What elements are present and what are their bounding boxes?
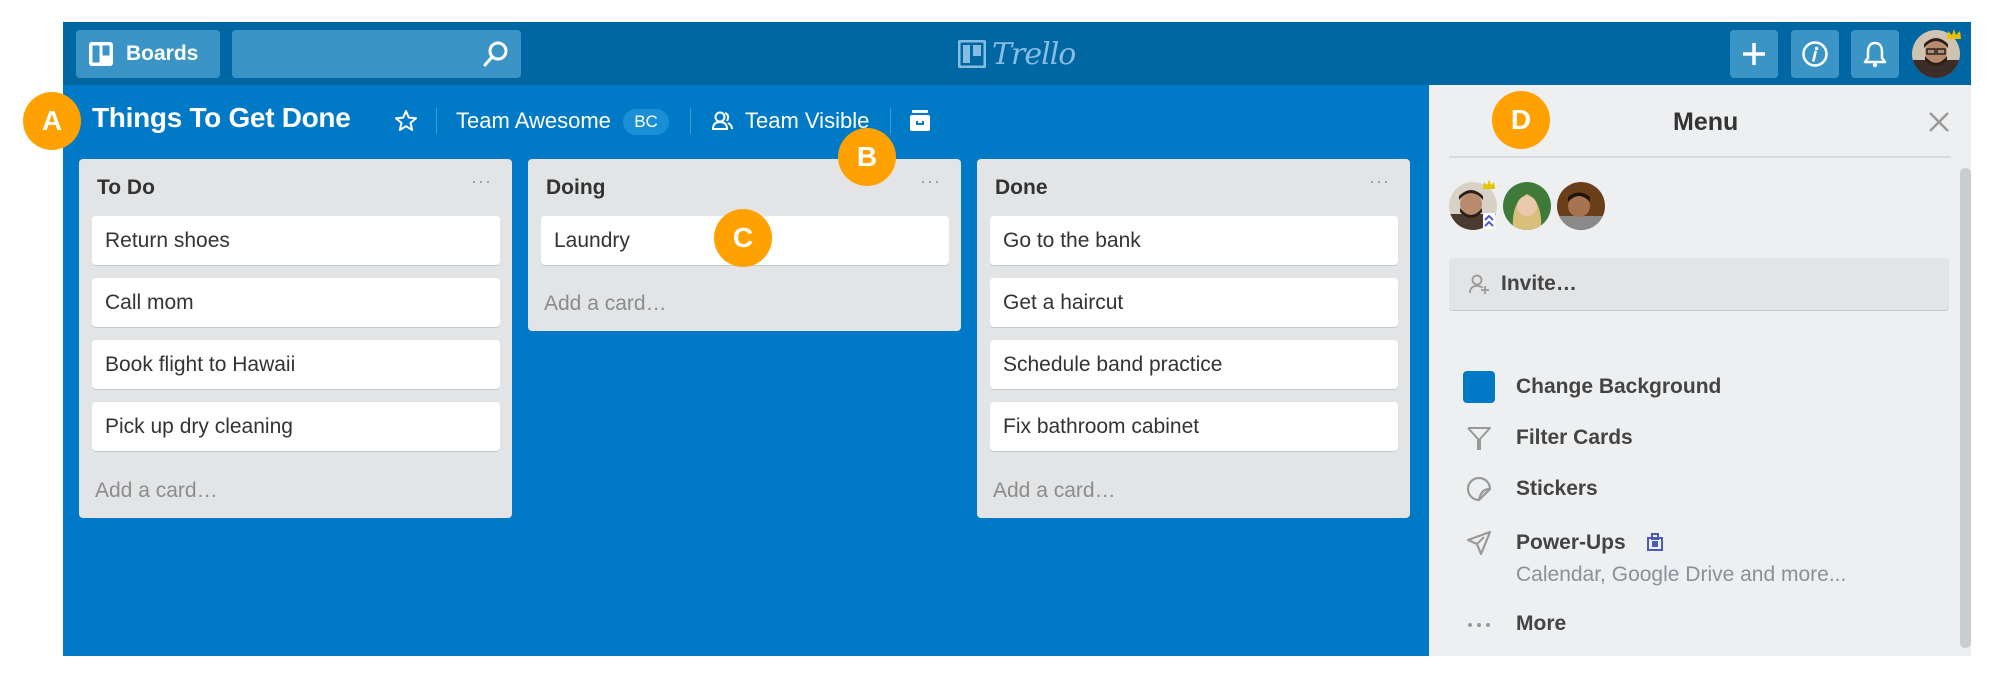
card[interactable]: Call mom [92,278,500,327]
list-menu-icon[interactable]: ··· [471,171,492,192]
menu-item-filter-cards[interactable]: Filter Cards [1516,426,1633,450]
stickers-item-icon[interactable] [1462,472,1496,506]
info-icon [1802,41,1828,67]
invite-button[interactable]: Invite… [1449,258,1949,310]
list-title[interactable]: Done [995,176,1048,200]
card[interactable]: Schedule band practice [990,340,1398,389]
menu-item-more[interactable]: More [1516,612,1566,636]
card[interactable]: Return shoes [92,216,500,265]
add-card-button[interactable]: Add a card… [95,479,218,503]
search-input[interactable] [232,30,521,78]
menu-item-change-background[interactable]: Change Background [1516,375,1721,399]
boards-button[interactable]: Boards [76,30,220,78]
crown-icon [1483,180,1495,189]
list-menu-icon[interactable]: ··· [1369,171,1390,192]
trello-logo[interactable]: Trello [958,36,1076,72]
boards-icon [89,42,113,66]
add-card-button[interactable]: Add a card… [993,479,1116,503]
add-member-icon [1469,274,1489,294]
menu-item-power-ups[interactable]: Power-Ups [1516,531,1626,555]
filter-cards-item-icon[interactable] [1462,421,1496,455]
divider [690,108,691,134]
team-name[interactable]: Team Awesome [456,108,611,134]
crown-icon [1947,29,1961,39]
archive-icon[interactable] [909,108,931,132]
team-visible-icon [711,111,733,130]
member-avatar[interactable] [1557,182,1605,230]
rocket-icon [1466,530,1492,556]
card[interactable]: Fix bathroom cabinet [990,402,1398,451]
info-button[interactable] [1791,30,1839,78]
member-avatar-image [1503,182,1551,230]
board-title[interactable]: Things To Get Done [92,102,351,134]
admin-chevron-icon [1483,213,1495,229]
divider [436,108,437,134]
bell-icon [1863,41,1887,68]
menu-item-stickers[interactable]: Stickers [1516,477,1598,501]
business-class-icon [1647,533,1663,551]
list-done[interactable]: Done ··· Go to the bank Get a haircut Sc… [977,159,1410,518]
team-badge: BC [623,109,669,135]
star-icon[interactable] [394,109,418,133]
visibility-button[interactable]: Team Visible [745,108,869,134]
list-menu-icon[interactable]: ··· [920,171,941,192]
list-title[interactable]: To Do [97,176,155,200]
menu-divider [1449,156,1951,158]
annotation-marker-a: A [23,92,81,150]
sticker-icon [1466,476,1492,502]
invite-label: Invite… [1501,272,1577,295]
card[interactable]: Book flight to Hawaii [92,340,500,389]
trello-logo-icon [958,40,986,68]
card[interactable]: Go to the bank [990,216,1398,265]
power-ups-subtitle: Calendar, Google Drive and more... [1516,563,1847,586]
list-to-do[interactable]: To Do ··· Return shoes Call mom Book fli… [79,159,512,518]
power-ups-item-icon[interactable] [1462,526,1496,560]
member-avatar-image [1557,182,1605,230]
card[interactable]: Get a haircut [990,278,1398,327]
color-swatch-icon [1463,371,1495,403]
menu-title: Menu [1673,108,1739,136]
card[interactable]: Pick up dry cleaning [92,402,500,451]
list-title[interactable]: Doing [546,176,605,200]
change-background-item-icon[interactable] [1462,370,1496,404]
trello-logo-text: Trello [992,36,1076,72]
more-icon [1468,623,1490,627]
add-button[interactable] [1730,30,1778,78]
filter-icon [1467,427,1491,450]
annotation-marker-b: B [838,128,896,186]
menu-scrollbar[interactable] [1960,168,1971,648]
search-icon[interactable] [482,40,510,68]
annotation-marker-d: D [1492,91,1550,149]
annotation-marker-c: C [714,209,772,267]
notifications-button[interactable] [1851,30,1899,78]
close-icon[interactable] [1925,108,1953,136]
member-avatar[interactable] [1503,182,1551,230]
divider [890,108,891,134]
boards-label: Boards [126,42,199,65]
more-item-icon[interactable] [1462,608,1496,642]
plus-icon [1743,43,1765,65]
add-card-button[interactable]: Add a card… [544,292,667,316]
